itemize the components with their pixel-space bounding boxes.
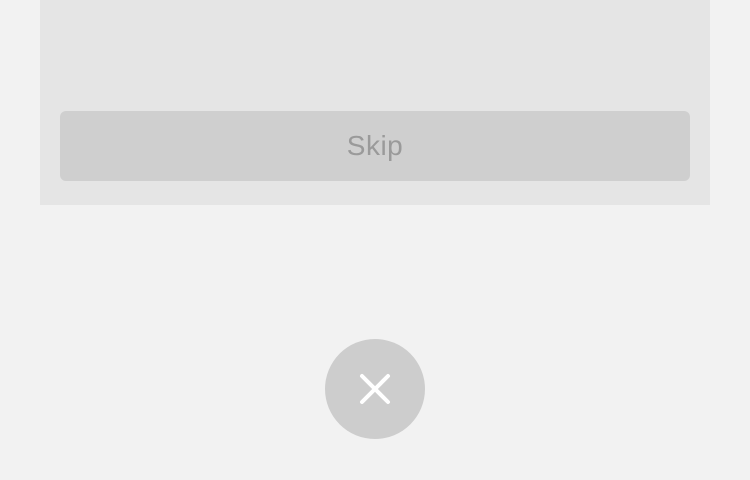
dialog-card: Skip: [40, 0, 710, 205]
close-button[interactable]: [325, 339, 425, 439]
close-icon: [357, 371, 393, 407]
skip-button[interactable]: Skip: [60, 111, 690, 181]
page: Skip: [0, 0, 750, 480]
skip-button-label: Skip: [346, 130, 404, 161]
